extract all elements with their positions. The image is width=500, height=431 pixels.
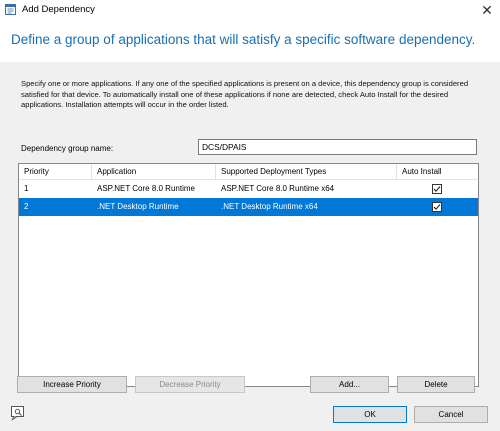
cell-deployment-type: ASP.NET Core 8.0 Runtime x64 [221,184,335,193]
table-row[interactable]: 1 ASP.NET Core 8.0 Runtime ASP.NET Core … [19,180,478,198]
group-name-input[interactable]: DCS/DPAIS [198,139,477,155]
auto-install-checkbox[interactable] [432,202,442,212]
column-header-deployment-types[interactable]: Supported Deployment Types [216,164,397,179]
cancel-button[interactable]: Cancel [414,406,488,423]
cell-priority: 2 [24,202,29,211]
decrease-priority-button[interactable]: Decrease Priority [135,376,245,393]
increase-priority-button[interactable]: Increase Priority [17,376,127,393]
cell-priority: 1 [24,184,29,193]
header-band: Define a group of applications that will… [0,20,500,62]
ok-button[interactable]: OK [333,406,407,423]
dialog-heading: Define a group of applications that will… [11,32,476,47]
auto-install-checkbox[interactable] [432,184,442,194]
checkmark-icon [433,204,441,211]
description-text: Specify one or more applications. If any… [21,79,469,109]
grid-header: Priority Application Supported Deploymen… [19,164,478,180]
help-icon[interactable] [10,405,26,421]
delete-button[interactable]: Delete [397,376,475,393]
column-header-priority[interactable]: Priority [19,164,92,179]
checkmark-icon [433,186,441,193]
group-name-label: Dependency group name: [21,144,114,153]
window-title: Add Dependency [22,4,95,15]
title-bar: Add Dependency ✕ [0,0,500,20]
cell-deployment-type: .NET Desktop Runtime x64 [221,202,318,211]
cell-application: ASP.NET Core 8.0 Runtime [97,184,195,193]
column-header-auto-install[interactable]: Auto Install [397,164,478,179]
add-button[interactable]: Add... [310,376,389,393]
dialog-body: Define a group of applications that will… [0,20,500,431]
close-icon[interactable]: ✕ [478,1,496,19]
table-row-selected[interactable]: 2 .NET Desktop Runtime .NET Desktop Runt… [19,198,478,216]
dialog-app-icon [5,4,16,15]
column-header-application[interactable]: Application [92,164,216,179]
cell-application: .NET Desktop Runtime [97,202,179,211]
applications-grid[interactable]: Priority Application Supported Deploymen… [18,163,479,387]
